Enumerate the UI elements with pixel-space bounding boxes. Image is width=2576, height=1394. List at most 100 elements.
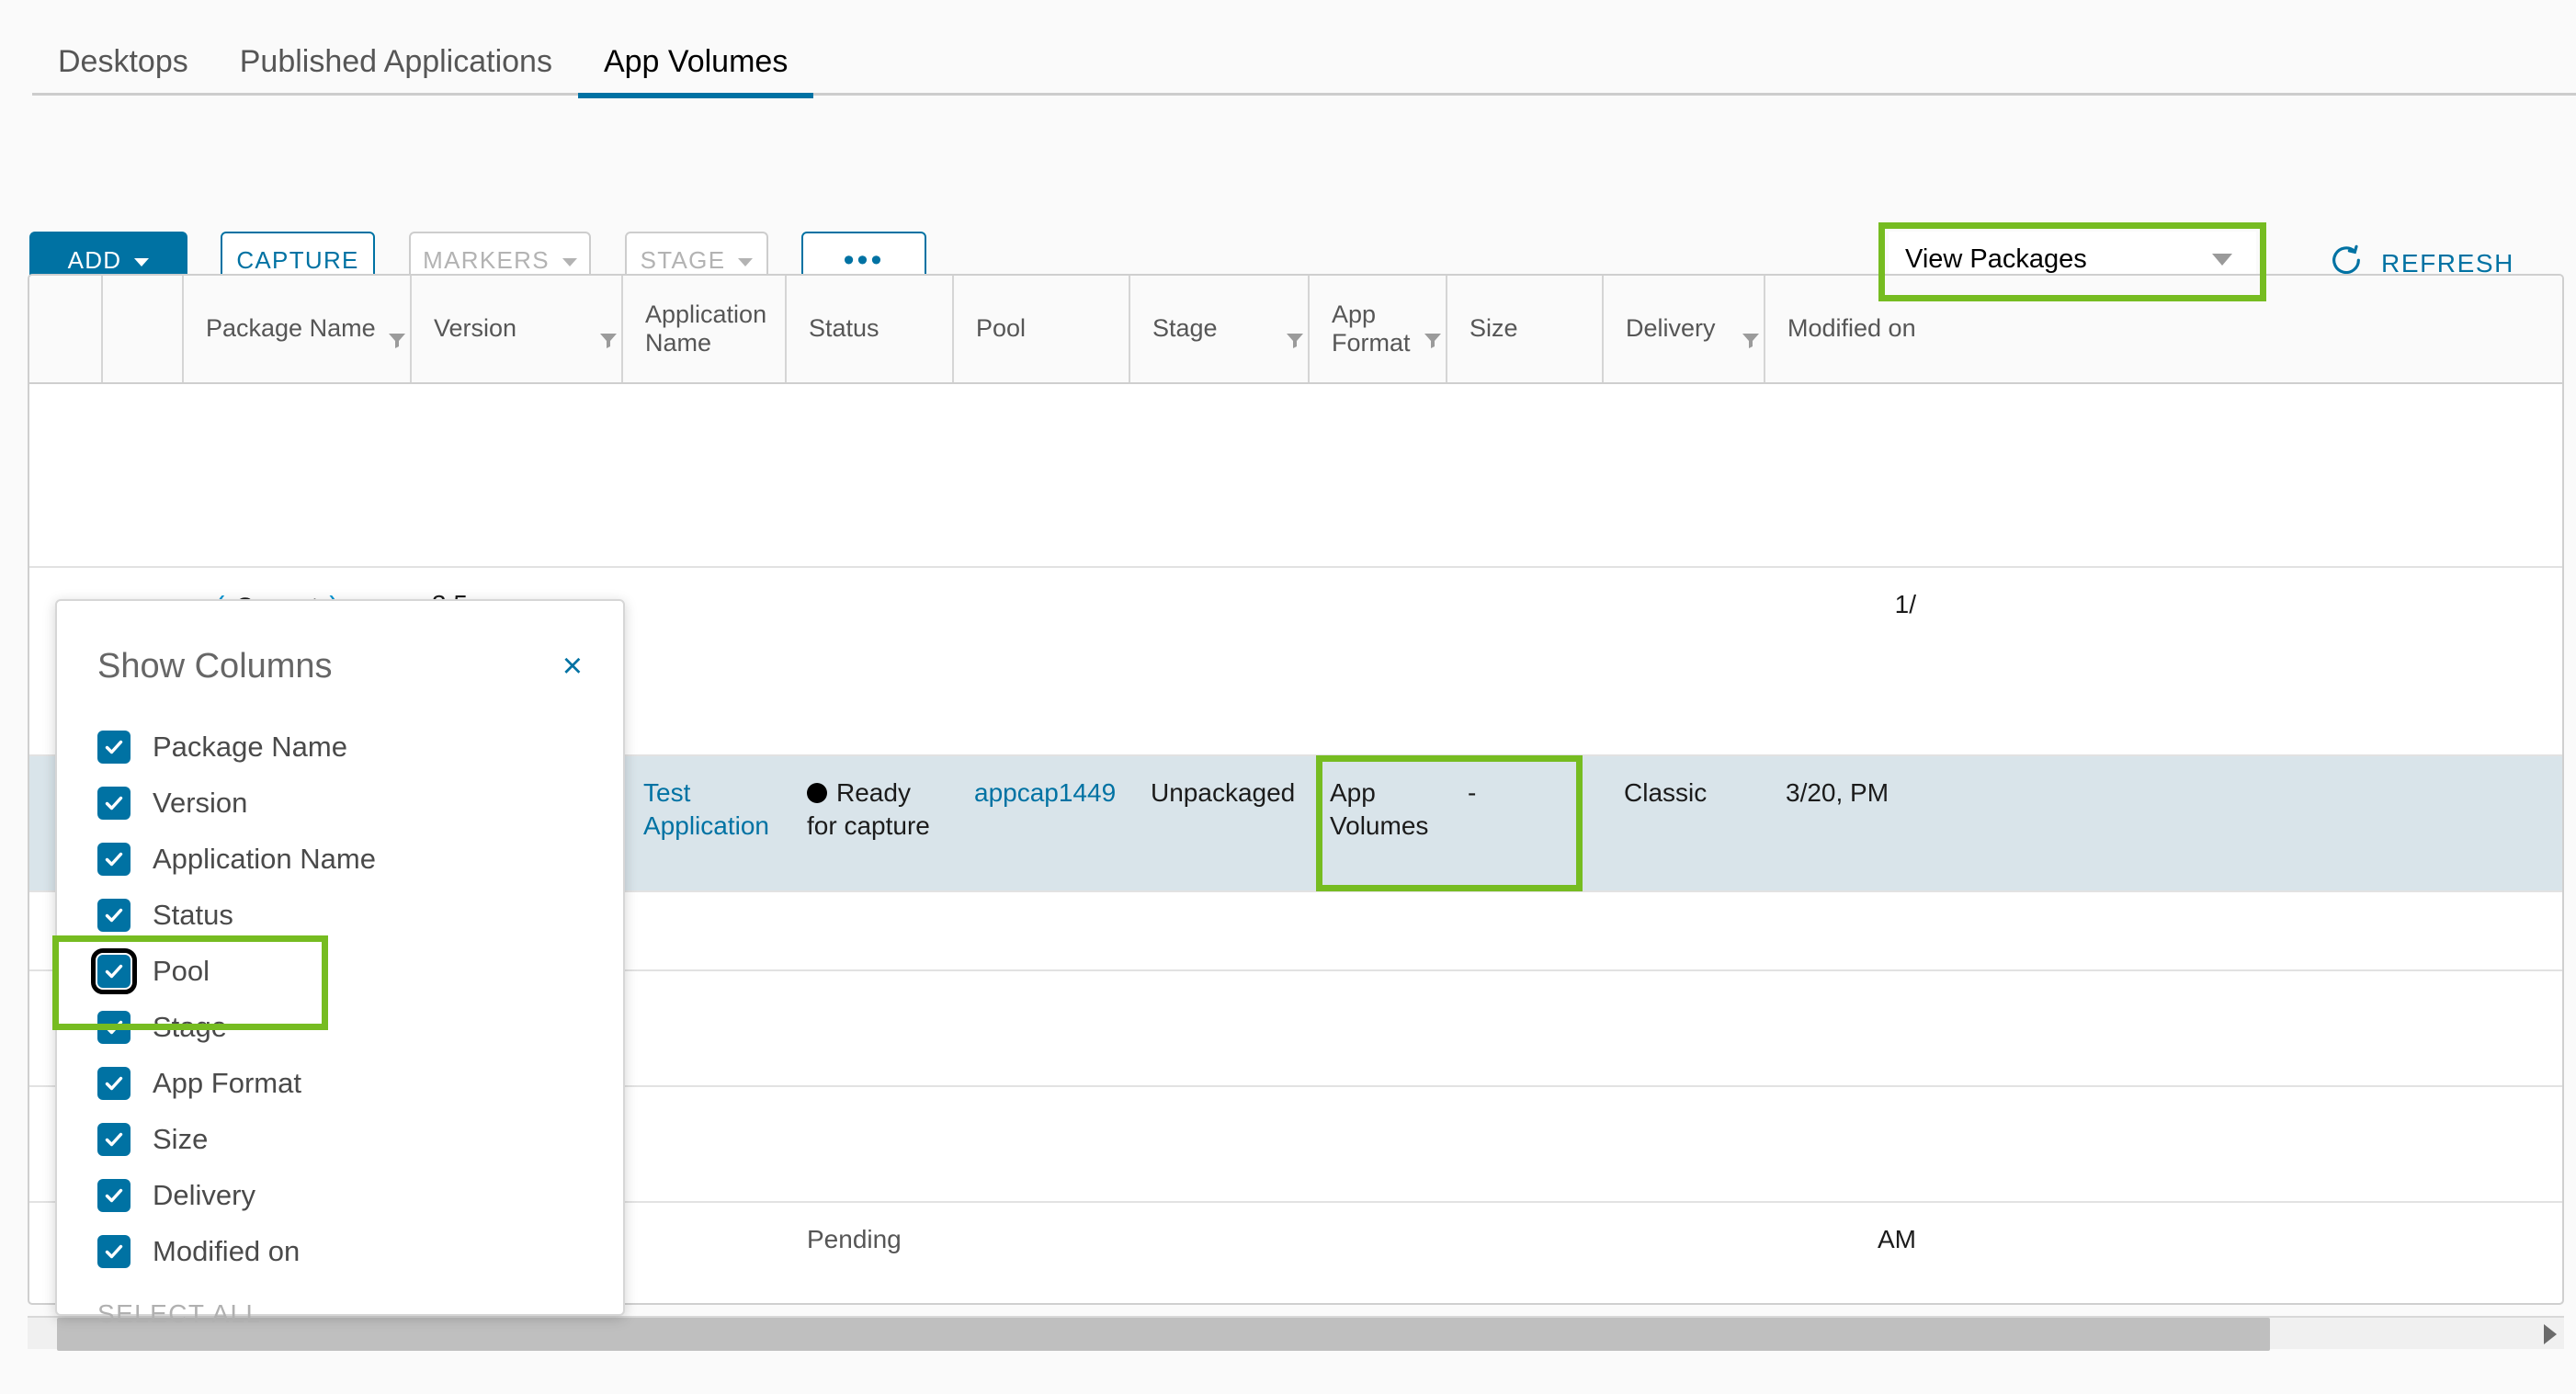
show-columns-item-stage[interactable]: Stage bbox=[57, 999, 623, 1055]
cell-size bbox=[1446, 971, 1602, 1085]
cell-stage bbox=[1129, 568, 1308, 754]
show-columns-item-label: Size bbox=[153, 1122, 209, 1155]
tab-app-volumes[interactable]: App Volumes bbox=[577, 44, 814, 98]
tab-desktops[interactable]: Desktops bbox=[32, 46, 214, 96]
table-header-size[interactable]: Size bbox=[1446, 276, 1602, 382]
checkbox-checked-icon[interactable] bbox=[97, 730, 131, 764]
show-columns-item-label: Delivery bbox=[153, 1178, 255, 1211]
table-header-pool-label: Pool bbox=[976, 314, 1027, 343]
show-columns-item-application-name[interactable]: Application Name bbox=[57, 831, 623, 887]
close-icon[interactable]: × bbox=[553, 645, 592, 687]
add-button-label: ADD bbox=[67, 245, 122, 274]
cell-delivery bbox=[1602, 971, 1764, 1085]
table-header-app-format[interactable]: App Format bbox=[1308, 276, 1446, 382]
cell-app-format bbox=[1308, 971, 1446, 1085]
cell-size bbox=[1446, 892, 1602, 969]
checkbox-checked-icon[interactable] bbox=[97, 1234, 131, 1268]
cell-application-name bbox=[621, 384, 785, 566]
cell-pool bbox=[952, 384, 1129, 566]
show-columns-item-status[interactable]: Status bbox=[57, 887, 623, 943]
cell-modified-on bbox=[1764, 971, 1938, 1085]
app-volumes-page: Desktops Published Applications App Volu… bbox=[0, 0, 2576, 1394]
show-columns-item-label: Version bbox=[153, 786, 248, 819]
cell-delivery bbox=[1602, 892, 1764, 969]
status-dot-icon bbox=[807, 783, 827, 803]
cell-app-format bbox=[1308, 384, 1446, 566]
table-header-expand bbox=[101, 276, 182, 382]
table-row[interactable] bbox=[29, 384, 2562, 568]
show-columns-item-label: App Format bbox=[153, 1066, 301, 1099]
table-header-status-label: Status bbox=[809, 314, 879, 343]
checkbox-checked-icon[interactable] bbox=[97, 1122, 131, 1156]
cell-modified-on: AM bbox=[1878, 1225, 1916, 1253]
cell-pool bbox=[952, 1203, 1129, 1303]
chevron-down-icon bbox=[2212, 254, 2232, 266]
show-columns-item-label: Application Name bbox=[153, 842, 376, 875]
cell-modified-on bbox=[1764, 384, 1938, 566]
table-header-delivery-label: Delivery bbox=[1626, 314, 1716, 343]
checkbox-checked-icon[interactable] bbox=[97, 1178, 131, 1212]
cell-modified-on bbox=[1764, 1087, 1938, 1201]
cell-application-name bbox=[621, 1203, 785, 1303]
cell-modified-on: 3/20, PM bbox=[1786, 778, 1889, 807]
cell-application-name[interactable]: Test Application bbox=[621, 756, 785, 890]
table-header-modified-on-label: Modified on bbox=[1787, 314, 1916, 343]
tab-published-applications[interactable]: Published Applications bbox=[214, 46, 578, 96]
cell-stage bbox=[1129, 1203, 1308, 1303]
table-header-package-name[interactable]: Package Name bbox=[182, 276, 410, 382]
cell-app-format bbox=[1308, 1203, 1446, 1303]
cell-app-format: App Volumes bbox=[1330, 778, 1429, 840]
table-header-application-name[interactable]: Application Name bbox=[621, 276, 785, 382]
cell-status bbox=[785, 384, 952, 566]
show-columns-header: Show Columns × bbox=[57, 601, 623, 687]
show-columns-item-label: Pool bbox=[153, 954, 210, 987]
show-columns-item-version[interactable]: Version bbox=[57, 775, 623, 831]
cell-size bbox=[1446, 384, 1602, 566]
ellipsis-icon: ••• bbox=[843, 242, 885, 278]
show-columns-item-package-name[interactable]: Package Name bbox=[57, 719, 623, 775]
show-columns-item-app-format[interactable]: App Format bbox=[57, 1055, 623, 1111]
cell-status: Pending bbox=[807, 1225, 902, 1253]
table-header-version-label: Version bbox=[434, 314, 517, 343]
cell-stage bbox=[1129, 971, 1308, 1085]
checkbox-checked-icon[interactable] bbox=[97, 786, 131, 820]
cell-delivery bbox=[1602, 568, 1764, 754]
table-header-modified-on[interactable]: Modified on bbox=[1764, 276, 1938, 382]
checkbox-checked-icon[interactable] bbox=[97, 1066, 131, 1100]
cell-size bbox=[1446, 1087, 1602, 1201]
table-header-stage[interactable]: Stage bbox=[1129, 276, 1308, 382]
table-header-delivery[interactable]: Delivery bbox=[1602, 276, 1764, 382]
show-columns-item-pool[interactable]: Pool bbox=[57, 943, 623, 999]
cell-modified-on: 1/ bbox=[1894, 590, 1916, 618]
cell-stage: Unpackaged bbox=[1151, 778, 1296, 807]
chevron-down-icon bbox=[562, 257, 577, 266]
capture-button-label: CAPTURE bbox=[236, 245, 359, 274]
chevron-right-icon[interactable] bbox=[2544, 1324, 2557, 1344]
table-header-status[interactable]: Status bbox=[785, 276, 952, 382]
show-columns-item-delivery[interactable]: Delivery bbox=[57, 1167, 623, 1223]
cell-application-name bbox=[621, 971, 785, 1085]
show-columns-item-modified-on[interactable]: Modified on bbox=[57, 1223, 623, 1279]
checkbox-checked-icon[interactable] bbox=[97, 842, 131, 876]
table-header-size-label: Size bbox=[1470, 314, 1518, 343]
table-header-pool[interactable]: Pool bbox=[952, 276, 1129, 382]
table-header-row: Package Name Version Application Name St… bbox=[29, 276, 2562, 384]
select-all-link[interactable]: SELECT ALL bbox=[57, 1299, 623, 1329]
checkbox-checked-icon[interactable] bbox=[97, 1010, 131, 1044]
cell-delivery bbox=[1602, 1203, 1764, 1303]
table-header-version[interactable]: Version bbox=[410, 276, 621, 382]
cell-app-format bbox=[1308, 1087, 1446, 1201]
checkbox-checked-icon[interactable] bbox=[91, 947, 137, 994]
tab-desktops-label: Desktops bbox=[58, 44, 188, 79]
cell-status bbox=[785, 1087, 952, 1201]
show-columns-item-label: Modified on bbox=[153, 1234, 301, 1267]
cell-size bbox=[1446, 568, 1602, 754]
chevron-down-icon bbox=[134, 257, 150, 266]
cell-stage bbox=[1129, 1087, 1308, 1201]
checkbox-checked-icon[interactable] bbox=[97, 898, 131, 932]
cell-pool[interactable]: appcap1449 bbox=[952, 756, 1129, 890]
cell-status bbox=[785, 971, 952, 1085]
show-columns-item-size[interactable]: Size bbox=[57, 1111, 623, 1167]
row-select-cell bbox=[29, 384, 101, 566]
tab-app-volumes-label: App Volumes bbox=[603, 44, 789, 79]
